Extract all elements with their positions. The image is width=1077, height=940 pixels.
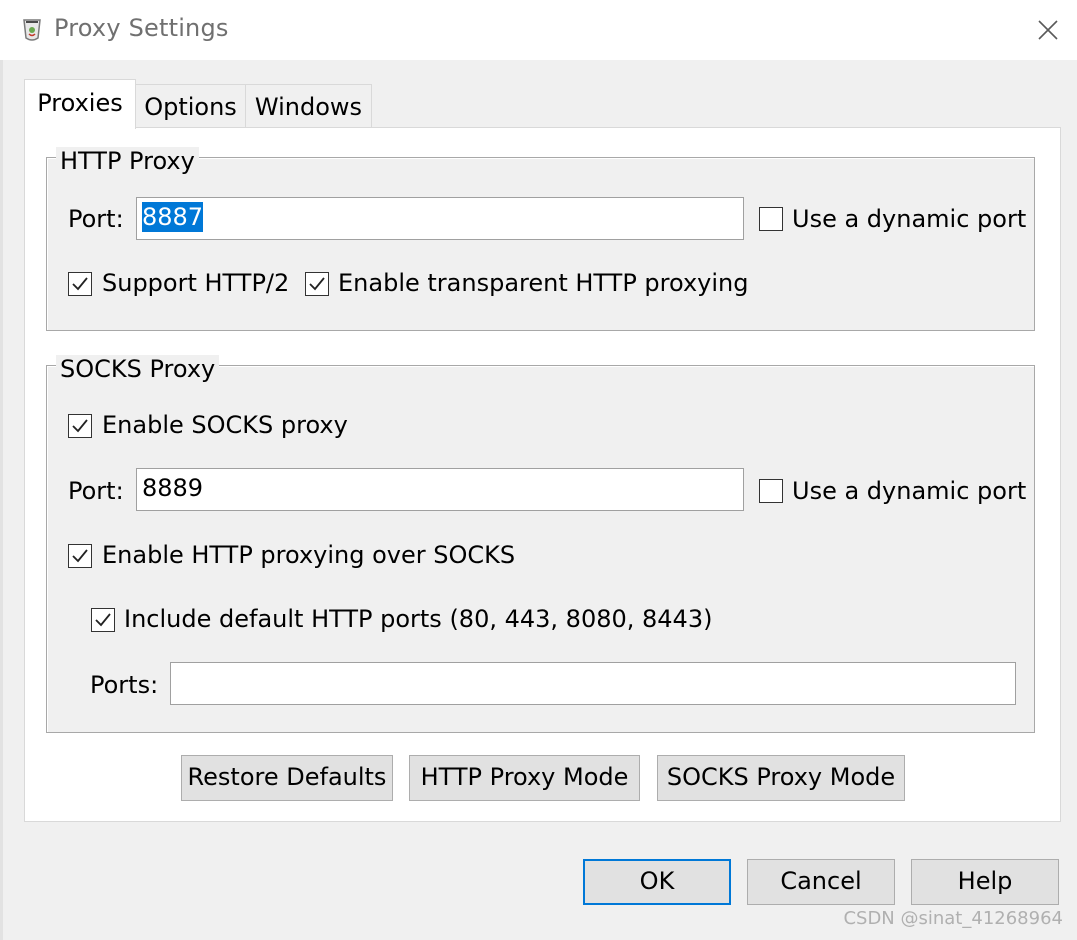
checkmark-icon [95,613,111,627]
restore-defaults-button[interactable]: Restore Defaults [181,755,393,801]
http-dynamic-port-checkbox[interactable] [759,207,783,231]
checkmark-icon [72,277,88,291]
socks-proxy-mode-button[interactable]: SOCKS Proxy Mode [657,755,905,801]
app-icon [20,16,44,42]
ok-label: OK [639,867,675,895]
cancel-label: Cancel [780,867,862,895]
window-title: Proxy Settings [54,14,229,42]
http-port-label: Port: [68,205,124,233]
tab-label: Options [144,93,237,121]
http-port-value: 8887 [142,202,204,232]
cancel-button[interactable]: Cancel [747,859,895,905]
help-label: Help [957,867,1013,895]
title-bar[interactable]: Proxy Settings [0,0,1077,60]
http-proxy-mode-button[interactable]: HTTP Proxy Mode [409,755,640,801]
enable-socks-label[interactable]: Enable SOCKS proxy [102,411,348,439]
close-icon [1038,20,1058,40]
socks-port-value: 8889 [142,474,204,502]
tab-proxies[interactable]: Proxies [24,79,136,129]
close-button[interactable] [1030,12,1066,48]
checkmark-icon [72,549,88,563]
socks-dynamic-port-checkbox[interactable] [759,479,783,503]
window-border [0,60,3,940]
restore-defaults-label: Restore Defaults [187,763,387,791]
socks-port-label: Port: [68,477,124,505]
watermark: CSDN @sinat_41268964 [843,908,1063,929]
http-dynamic-port-label[interactable]: Use a dynamic port [792,205,1026,233]
http-proxy-group-label: HTTP Proxy [56,147,199,175]
transparent-proxying-checkbox[interactable] [305,272,329,296]
tab-label: Proxies [37,89,123,117]
socks-port-input[interactable]: 8889 [136,468,744,511]
ports-label: Ports: [90,671,159,699]
support-http2-checkbox[interactable] [68,272,92,296]
http-over-socks-label[interactable]: Enable HTTP proxying over SOCKS [102,541,515,569]
checkmark-icon [309,277,325,291]
http-over-socks-checkbox[interactable] [68,544,92,568]
socks-dynamic-port-label[interactable]: Use a dynamic port [792,477,1026,505]
support-http2-label[interactable]: Support HTTP/2 [102,269,289,297]
tab-label: Windows [254,93,363,121]
tab-windows[interactable]: Windows [245,84,372,128]
ports-input[interactable] [170,662,1016,705]
tab-options[interactable]: Options [135,84,246,128]
help-button[interactable]: Help [911,859,1059,905]
socks-proxy-group-label: SOCKS Proxy [56,355,220,383]
include-default-ports-label[interactable]: Include default HTTP ports (80, 443, 808… [124,605,712,633]
transparent-proxying-label[interactable]: Enable transparent HTTP proxying [338,269,748,297]
socks-proxy-mode-label: SOCKS Proxy Mode [666,763,896,791]
proxy-settings-dialog: Proxy Settings Proxies Options Windows H… [0,0,1077,940]
checkmark-icon [72,419,88,433]
http-proxy-group [46,157,1035,331]
include-default-ports-checkbox[interactable] [91,608,115,632]
http-port-input[interactable]: 8887 [136,197,744,240]
ok-button[interactable]: OK [583,859,731,905]
http-proxy-mode-label: HTTP Proxy Mode [420,763,629,791]
enable-socks-checkbox[interactable] [68,414,92,438]
